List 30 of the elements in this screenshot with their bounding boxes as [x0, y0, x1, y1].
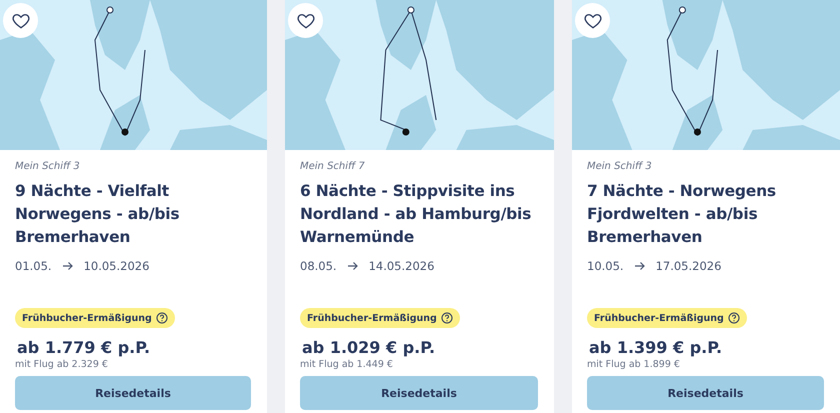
ship-name: Mein Schiff 3: [15, 161, 81, 172]
ship-name: Mein Schiff 3: [587, 161, 653, 172]
help-icon[interactable]: [440, 312, 453, 324]
end-date: 10.05.2026: [84, 259, 150, 273]
details-button[interactable]: Reisedetails: [587, 376, 824, 410]
cruise-title: 9 Nächte - Vielfalt Norwegens - ab/bis Bremerhaven: [15, 181, 180, 248]
ship-name: Mein Schiff 7: [300, 161, 366, 172]
badge-label: Frühbucher-Ermäßigung: [22, 312, 152, 324]
flight-price: mit Flug ab 1.899 €: [587, 359, 680, 370]
price: ab 1.779 € p.P.: [16, 338, 150, 357]
end-date: 17.05.2026: [656, 259, 722, 273]
cruise-title: 7 Nächte - Norwegens Fjordwelten - ab/bis Bremerhaven: [587, 181, 777, 248]
price: ab 1.399 € p.P.: [588, 338, 722, 357]
arrow-icon: [62, 261, 74, 271]
details-button[interactable]: Reisedetails: [15, 376, 251, 410]
help-icon[interactable]: [156, 312, 168, 324]
details-button[interactable]: Reisedetails: [300, 376, 538, 410]
start-date: 01.05.: [15, 259, 52, 273]
flight-price: mit Flug ab 2.329 €: [15, 359, 108, 370]
badge-label: Frühbucher-Ermäßigung: [307, 312, 437, 324]
arrow-icon: [634, 261, 646, 271]
badge-label: Frühbucher-Ermäßigung: [594, 312, 724, 324]
help-icon[interactable]: [728, 312, 740, 324]
arrow-icon: [346, 261, 359, 271]
start-date: 10.05.: [587, 259, 624, 273]
flight-price: mit Flug ab 1.449 €: [300, 359, 393, 370]
start-date: 08.05.: [300, 259, 337, 273]
cruise-title: 6 Nächte - Stippvisite ins Nordland - ab Hamburg/bis Warnemünde: [300, 181, 532, 248]
price: ab 1.029 € p.P.: [301, 338, 436, 357]
end-date: 14.05.2026: [368, 259, 434, 273]
